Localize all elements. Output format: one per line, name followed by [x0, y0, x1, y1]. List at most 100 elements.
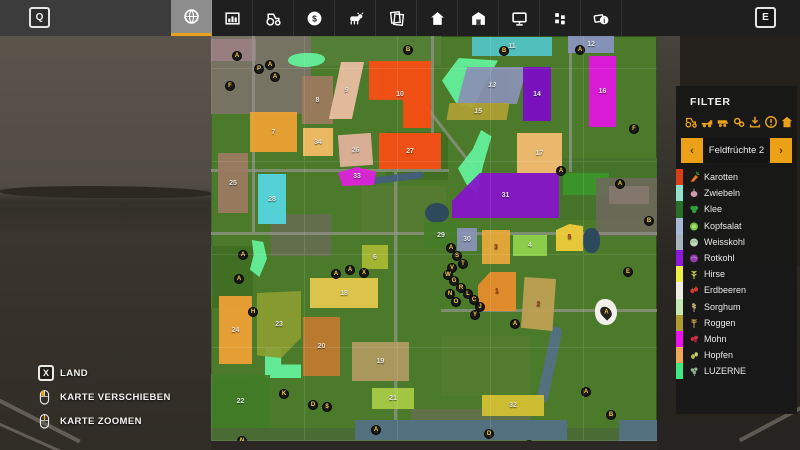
field-2[interactable]: 2 [521, 277, 556, 331]
gears-icon [732, 115, 746, 129]
sorghum-icon [687, 300, 700, 313]
field-15[interactable]: 15 [447, 103, 510, 120]
tab-map[interactable] [171, 0, 212, 36]
field-22[interactable]: 22 [211, 375, 270, 428]
field-19[interactable]: 19 [352, 342, 409, 381]
crop-filter-row[interactable]: Zwiebeln [676, 185, 797, 201]
monitor-icon [511, 10, 528, 27]
tractor-o-icon [684, 115, 698, 129]
map-water [355, 420, 567, 440]
tab-garage[interactable] [417, 0, 458, 36]
crop-filter-row[interactable]: Hirse [676, 266, 797, 282]
crop-color-swatch [676, 234, 683, 250]
field-20[interactable]: 20 [303, 317, 340, 376]
crop-label: Zwiebeln [704, 188, 740, 198]
strawberry-icon [688, 284, 700, 296]
field-4[interactable]: 4 [513, 235, 547, 256]
field-9[interactable]: 9 [329, 62, 364, 119]
tab-statistics[interactable] [212, 0, 253, 36]
crop-filter-row[interactable]: Karotten [676, 169, 797, 185]
map-poi-icon: A [615, 179, 625, 189]
field-6[interactable]: 6 [362, 245, 388, 269]
field-21[interactable]: 21 [372, 388, 414, 409]
field-25[interactable]: 25 [218, 153, 248, 213]
clover-icon [687, 203, 700, 216]
crop-filter-row[interactable]: Mohn [676, 331, 797, 347]
crop-filter-row[interactable]: Weisskohl [676, 234, 797, 250]
onion-icon [688, 187, 700, 199]
house-o-icon [780, 115, 794, 129]
crop-filter-row[interactable]: Klee [676, 201, 797, 217]
warning-icon [764, 115, 778, 129]
tab-contracts[interactable] [376, 0, 417, 36]
field-28[interactable]: 28 [258, 174, 286, 224]
modules-icon [552, 10, 569, 27]
minimap[interactable]: 7891034262733252811121315141617312930345… [211, 36, 657, 441]
coin-icon: $ [306, 10, 323, 27]
strawberry-icon [687, 284, 700, 297]
tab-animals[interactable] [335, 0, 376, 36]
field-34[interactable]: 34 [303, 128, 333, 156]
field-number: 28 [268, 196, 276, 203]
field-5[interactable]: 5 [556, 224, 583, 251]
tab-prices-info[interactable]: i [581, 0, 622, 36]
crop-filter-row[interactable]: Roggen [676, 315, 797, 331]
crop-filter-row[interactable]: Erdbeeren [676, 282, 797, 298]
trailer-icon [716, 115, 730, 129]
selector-next-button[interactable]: › [770, 138, 792, 163]
field-number: 18 [340, 290, 348, 297]
field-number: 13 [487, 82, 497, 89]
field-32[interactable]: 32 [482, 395, 544, 416]
field-10[interactable]: 10 [369, 61, 431, 128]
map-poi-icon: A [232, 51, 242, 61]
field-11[interactable]: 11 [472, 37, 552, 56]
tab-production[interactable] [499, 0, 540, 36]
map-poi-icon: A [510, 319, 520, 329]
field-17[interactable]: 17 [517, 133, 562, 173]
field-23[interactable]: 23 [257, 291, 301, 358]
field-number: 15 [473, 108, 482, 115]
field-14[interactable]: 14 [523, 67, 551, 121]
menu-tabs: $i [171, 0, 622, 36]
tab-vehicles[interactable] [253, 0, 294, 36]
field-16[interactable]: 16 [589, 56, 616, 127]
filter-tractor-o-button[interactable] [684, 114, 698, 129]
field-26[interactable]: 26 [338, 133, 373, 167]
filter-harvester-button[interactable] [700, 114, 714, 129]
field-30[interactable]: 30 [457, 228, 477, 251]
keyboard-key-icon: X [38, 365, 60, 381]
next-menu-key[interactable]: E [755, 7, 776, 28]
field-3[interactable]: 3 [482, 230, 510, 264]
lucerne-icon [688, 365, 700, 377]
legend-row: XLAND [38, 361, 171, 385]
crop-filter-row[interactable]: Hopfen [676, 347, 797, 363]
crop-color-swatch [676, 250, 683, 266]
map-poi-icon: O [451, 297, 461, 307]
crop-filter-row[interactable]: Kopfsalat [676, 218, 797, 234]
crop-label: Weisskohl [704, 237, 745, 247]
lettuce-icon [688, 220, 700, 232]
hops-icon [687, 349, 700, 362]
filter-trailer-button[interactable] [716, 114, 730, 129]
tab-finances[interactable]: $ [294, 0, 335, 36]
terrain-patch [609, 186, 649, 204]
field-18[interactable]: 18 [310, 278, 378, 308]
field-27[interactable]: 27 [379, 133, 441, 169]
field-7[interactable]: 7 [250, 112, 297, 152]
crop-filter-row[interactable]: Rotkohl [676, 250, 797, 266]
field-13[interactable]: 13 [457, 67, 527, 104]
selector-prev-button[interactable]: ‹ [681, 138, 703, 163]
tab-placeables[interactable] [540, 0, 581, 36]
tab-buildings[interactable] [458, 0, 499, 36]
field-24[interactable]: 24 [219, 296, 252, 364]
crop-filter-row[interactable]: LUZERNE [676, 363, 797, 379]
crop-color-swatch [676, 347, 683, 363]
filter-download-button[interactable] [748, 114, 762, 129]
crop-filter-row[interactable]: Sorghum [676, 299, 797, 315]
filter-warning-button[interactable] [764, 114, 778, 129]
key-x: X [38, 365, 54, 381]
field-number: 9 [344, 87, 349, 94]
filter-house-o-button[interactable] [780, 114, 794, 129]
filter-gears-button[interactable] [732, 114, 746, 129]
prev-menu-key[interactable]: Q [29, 7, 50, 28]
